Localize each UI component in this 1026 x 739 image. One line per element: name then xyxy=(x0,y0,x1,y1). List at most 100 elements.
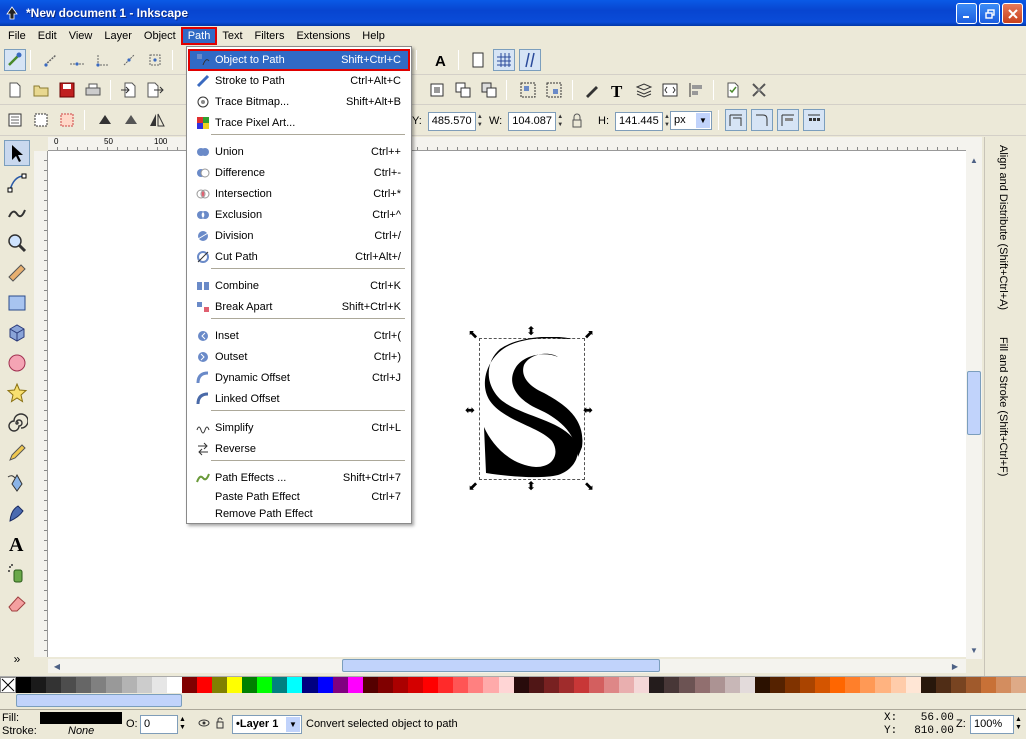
color-swatch[interactable] xyxy=(905,677,921,693)
menu-edit[interactable]: Edit xyxy=(32,28,63,44)
color-swatch[interactable] xyxy=(981,677,997,693)
scale-handle-bottom-right[interactable]: ⬊ xyxy=(584,479,594,493)
new-document-button[interactable] xyxy=(4,79,26,101)
color-swatch[interactable] xyxy=(257,677,273,693)
w-spinner[interactable]: ▲ ▼ xyxy=(556,112,564,131)
fill-stroke-tab[interactable]: Fill and Stroke (Shift+Ctrl+F) xyxy=(997,337,1009,476)
color-swatch[interactable] xyxy=(573,677,589,693)
layer-lock-icon[interactable] xyxy=(214,717,226,732)
color-swatch[interactable] xyxy=(91,677,107,693)
calligraphy-tool[interactable] xyxy=(4,500,30,526)
current-layer-select[interactable]: •Layer 1 ▼ xyxy=(232,715,302,734)
s-glyph-object[interactable] xyxy=(480,337,586,481)
eraser-tool[interactable] xyxy=(4,590,30,616)
scale-handle-right[interactable]: ⬌ xyxy=(583,403,593,417)
paste-in-place-button[interactable] xyxy=(426,79,448,101)
color-swatch[interactable] xyxy=(317,677,333,693)
zoom-tool[interactable] xyxy=(4,230,30,256)
deselect-button[interactable] xyxy=(56,109,78,131)
rotate-ccw-button[interactable] xyxy=(94,109,116,131)
select-all-layers-button[interactable] xyxy=(30,109,52,131)
color-swatch[interactable] xyxy=(739,677,755,693)
color-swatch[interactable] xyxy=(543,677,559,693)
color-swatch[interactable] xyxy=(453,677,469,693)
color-swatch[interactable] xyxy=(875,677,891,693)
color-swatch[interactable] xyxy=(212,677,228,693)
scale-handle-top-left[interactable]: ⬉ xyxy=(468,327,478,341)
scale-handle-top-right[interactable]: ⬈ xyxy=(584,327,594,341)
color-swatch[interactable] xyxy=(754,677,770,693)
color-swatch[interactable] xyxy=(528,677,544,693)
path-menu-item-outset[interactable]: Outset Ctrl+) xyxy=(189,347,409,367)
scale-handle-bottom[interactable]: ⬍ xyxy=(526,479,536,493)
color-swatch[interactable] xyxy=(408,677,424,693)
menu-view[interactable]: View xyxy=(63,28,99,44)
duplicate-button[interactable] xyxy=(452,79,474,101)
path-menu-item-difference[interactable]: Difference Ctrl+- xyxy=(189,163,409,183)
color-swatch[interactable] xyxy=(724,677,740,693)
path-menu-item-reverse[interactable]: Reverse xyxy=(189,439,409,459)
snap-bbox-button[interactable] xyxy=(40,49,62,71)
unit-select[interactable]: px ▼ xyxy=(670,111,712,130)
rotate-cw-button[interactable] xyxy=(120,109,142,131)
text-font-button[interactable]: T xyxy=(607,79,629,101)
menu-layer[interactable]: Layer xyxy=(98,28,138,44)
path-menu-item-dynamic-offset[interactable]: Dynamic Offset Ctrl+J xyxy=(189,368,409,388)
color-swatch[interactable] xyxy=(845,677,861,693)
path-menu-item-break-apart[interactable]: Break Apart Shift+Ctrl+K xyxy=(189,297,409,317)
fill-indicator[interactable] xyxy=(40,712,122,724)
color-swatch[interactable] xyxy=(619,677,635,693)
color-swatch[interactable] xyxy=(890,677,906,693)
snap-center-button[interactable] xyxy=(144,49,166,71)
lock-proportions-button[interactable] xyxy=(568,110,586,132)
color-swatch[interactable] xyxy=(287,677,303,693)
path-menu-item-inset[interactable]: Inset Ctrl+( xyxy=(189,326,409,346)
color-swatch[interactable] xyxy=(166,677,182,693)
minimize-button[interactable] xyxy=(956,3,977,24)
path-menu-item-remove-path-effect[interactable]: Remove Path Effect xyxy=(189,504,409,524)
color-swatch[interactable] xyxy=(272,677,288,693)
menu-filters[interactable]: Filters xyxy=(249,28,291,44)
w-input[interactable]: 104.087 xyxy=(508,111,557,131)
node-tool[interactable] xyxy=(4,170,30,196)
clone-button[interactable] xyxy=(478,79,500,101)
path-menu-item-linked-offset[interactable]: Linked Offset xyxy=(189,389,409,409)
xml-editor-button[interactable] xyxy=(659,79,681,101)
3d-box-tool[interactable] xyxy=(4,320,30,346)
zoom-input[interactable]: 100% xyxy=(970,715,1014,734)
menu-object[interactable]: Object xyxy=(138,28,182,44)
color-swatch[interactable] xyxy=(483,677,499,693)
snap-page-button[interactable] xyxy=(467,49,489,71)
spray-tool[interactable] xyxy=(4,560,30,586)
text-tool[interactable]: A xyxy=(4,530,30,556)
color-swatch[interactable] xyxy=(679,677,695,693)
color-swatch[interactable] xyxy=(604,677,620,693)
path-menu-item-union[interactable]: Union Ctrl++ xyxy=(189,142,409,162)
transform-patterns-button[interactable] xyxy=(803,109,825,131)
menu-text[interactable]: Text xyxy=(216,28,248,44)
star-tool[interactable] xyxy=(4,380,30,406)
menu-extensions[interactable]: Extensions xyxy=(290,28,356,44)
snap-text-baseline-button[interactable]: A xyxy=(430,49,452,71)
color-swatch[interactable] xyxy=(31,677,47,693)
color-swatch[interactable] xyxy=(136,677,152,693)
color-swatch[interactable] xyxy=(634,677,650,693)
flip-horizontal-button[interactable] xyxy=(146,109,168,131)
color-swatch[interactable] xyxy=(362,677,378,693)
preferences-button[interactable] xyxy=(748,79,770,101)
spiral-tool[interactable] xyxy=(4,410,30,436)
color-swatch[interactable] xyxy=(16,677,32,693)
group-button[interactable] xyxy=(517,79,539,101)
path-menu-item-stroke-to-path[interactable]: Stroke to Path Ctrl+Alt+C xyxy=(189,71,409,91)
ellipse-tool[interactable] xyxy=(4,350,30,376)
scroll-right-arrow-icon[interactable]: ▶ xyxy=(948,659,962,673)
color-swatch[interactable] xyxy=(815,677,831,693)
color-swatch[interactable] xyxy=(377,677,393,693)
menu-path[interactable]: Path xyxy=(180,27,218,45)
align-distribute-button[interactable] xyxy=(685,79,707,101)
path-menu-item-exclusion[interactable]: Exclusion Ctrl+^ xyxy=(189,205,409,225)
scale-stroke-button[interactable] xyxy=(725,109,747,131)
color-swatch[interactable] xyxy=(965,677,981,693)
color-swatch[interactable] xyxy=(438,677,454,693)
layer-visibility-icon[interactable] xyxy=(198,717,210,732)
